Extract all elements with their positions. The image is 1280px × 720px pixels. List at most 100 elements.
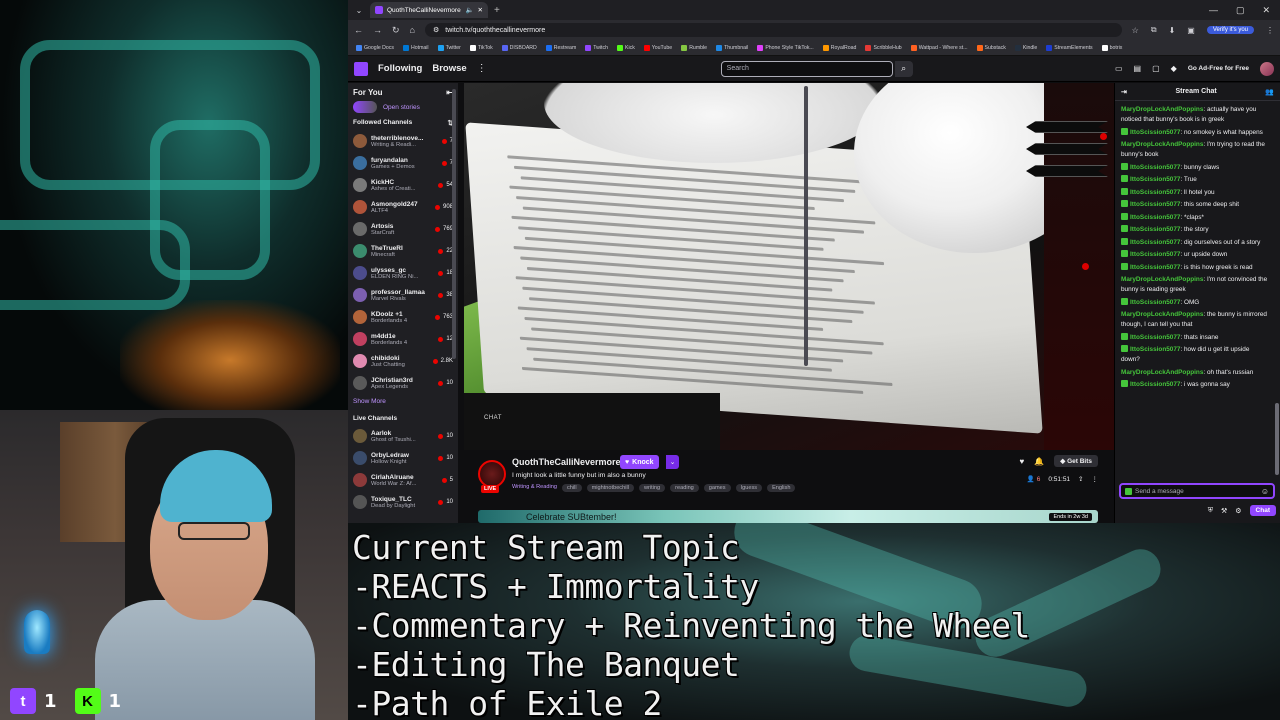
chat-users-icon[interactable]: 👥 [1265,88,1274,96]
sidebar-channel[interactable]: JChristian3rd Apex Legends 10 [353,372,453,394]
bookmark-item[interactable]: Hotmail [403,44,429,51]
chat-username[interactable]: IttoScission5077 [1130,189,1180,196]
stream-tag[interactable]: reading [670,484,699,492]
speaker-icon[interactable]: 🔈 [465,6,473,14]
chat-username[interactable]: IttoScission5077 [1130,299,1180,306]
chat-username[interactable]: IttoScission5077 [1130,129,1180,136]
chat-settings-icon[interactable]: ⚙ [1235,507,1241,515]
tab-search-icon[interactable]: ⌄ [352,3,366,17]
notification-bell-icon[interactable]: 🔔 [1034,457,1044,466]
extensions-icon[interactable]: ⧉ [1151,25,1157,35]
downloads-icon[interactable]: ⬇ [1169,26,1176,35]
subtember-banner[interactable]: Celebrate SUBtember! Ends in 2w 3d [478,510,1098,523]
bookmark-item[interactable]: Substack [976,44,1006,51]
sidebar-channel[interactable]: ulysses_gc ELDEN RING Ni... 18 [353,262,453,284]
site-info-icon[interactable]: ⚙ [433,26,439,34]
close-window-icon[interactable]: ✕ [1262,5,1270,16]
user-avatar[interactable] [1260,61,1274,76]
sidebar-toggle-icon[interactable]: ▣ [1187,26,1195,35]
stream-tag[interactable]: writing [638,484,666,492]
streamer-name[interactable]: QuothTheCalliNevermore [512,457,621,467]
bookmark-item[interactable]: Thumbnail [716,44,748,51]
go-ad-free-button[interactable]: Go Ad-Free for Free [1188,65,1249,72]
maximize-icon[interactable]: ▢ [1236,5,1245,16]
bookmark-item[interactable]: StreamElements [1046,44,1093,51]
home-icon[interactable]: ⌂ [410,25,415,36]
sidebar-channel[interactable]: OrbyLedraw Hollow Knight 10 [353,447,453,469]
video-player[interactable]: CHAT [464,83,1114,450]
sidebar-scrollbar[interactable] [452,89,456,359]
search-icon[interactable]: ⌕ [894,60,913,77]
chat-username[interactable]: IttoScission5077 [1130,264,1180,271]
prime-loot-icon[interactable]: ▭ [1115,64,1123,73]
stream-tag[interactable]: chill [561,484,582,492]
show-more-link[interactable]: Show More [353,398,453,405]
chat-username[interactable]: IttoScission5077 [1130,226,1180,233]
chat-send-button[interactable]: Chat [1249,505,1276,516]
bookmark-item[interactable]: Wattpad - Where st... [910,44,968,51]
nav-following[interactable]: Following [378,63,422,74]
stream-tag[interactable]: English [767,484,796,492]
forward-icon[interactable]: → [373,25,382,36]
bookmark-item[interactable]: YouTube [643,44,672,51]
sidebar-channel[interactable]: Artosis StarCraft 769 [353,218,453,240]
chat-username[interactable]: MaryDropLockAndPoppins [1121,369,1203,376]
collapse-chat-icon[interactable]: ⇥ [1121,88,1127,96]
sidebar-channel[interactable]: KickHC Ashes of Creati... 54 [353,174,453,196]
bookmark-item[interactable]: Restream [545,44,576,51]
open-stories-button[interactable]: Open stories [353,101,453,113]
bookmark-item[interactable]: ScribbleHub [865,44,902,51]
close-tab-icon[interactable]: ✕ [478,6,483,14]
back-icon[interactable]: ← [354,25,363,36]
chat-username[interactable]: IttoScission5077 [1130,381,1180,388]
reload-icon[interactable]: ↻ [392,25,400,36]
stream-tag[interactable]: Iguess [735,484,763,492]
chat-username[interactable]: IttoScission5077 [1130,164,1180,171]
emote-picker-icon[interactable]: ☺ [1261,487,1269,496]
nav-browse[interactable]: Browse [432,63,466,74]
sidebar-channel[interactable]: professor_llamaa Marvel Rivals 38 [353,284,453,306]
bookmark-item[interactable]: Google Docs [356,44,394,51]
knock-button[interactable]: ♥ Knock [620,455,659,469]
chat-username[interactable]: IttoScission5077 [1130,201,1180,208]
chat-username[interactable]: IttoScission5077 [1130,334,1180,341]
sidebar-channel[interactable]: Toxique_TLC Dead by Daylight 10 [353,491,453,513]
bookmark-item[interactable]: TikTok [469,44,493,51]
bookmark-item[interactable]: botrix [1101,44,1122,51]
chat-username[interactable]: IttoScission5077 [1130,239,1180,246]
sidebar-channel[interactable]: Asmongold247 ALTF4 908 [353,196,453,218]
chat-username[interactable]: IttoScission5077 [1130,251,1180,258]
bookmark-item[interactable]: Kick [616,44,635,51]
bookmark-item[interactable]: DISBOARD [501,44,537,51]
bookmark-item[interactable]: Phone Style TikTok... [757,44,814,51]
sidebar-channel[interactable]: TheTrueRI Minecraft 22 [353,240,453,262]
bookmark-item[interactable]: RoyalRoad [822,44,856,51]
follow-heart-icon[interactable]: ♥ [1020,457,1025,466]
bits-icon[interactable]: ◆ [1171,64,1177,73]
more-menu-icon[interactable]: ⋮ [477,63,487,74]
chat-username[interactable]: MaryDropLockAndPoppins [1121,311,1203,318]
streamer-avatar[interactable] [478,460,506,488]
bookmark-item[interactable]: Twitter [437,44,461,51]
stream-tag[interactable]: mightnotbechill [586,484,634,492]
bookmark-item[interactable]: Twitch [585,44,608,51]
new-tab-button[interactable]: + [494,5,500,16]
bookmark-item[interactable]: Kindle [1014,44,1037,51]
search-input[interactable]: Search [720,60,893,77]
browser-menu-icon[interactable]: ⋮ [1266,26,1274,35]
inbox-icon[interactable]: ▤ [1134,64,1142,73]
chat-scrollbar[interactable] [1275,403,1279,475]
more-options-icon[interactable]: ⋮ [1092,475,1099,483]
bookmark-item[interactable]: Rumble [681,44,707,51]
whispers-icon[interactable]: ▢ [1152,64,1160,73]
chat-username[interactable]: IttoScission5077 [1130,214,1180,221]
get-bits-button[interactable]: ◆ Get Bits [1054,455,1098,467]
sidebar-channel[interactable]: furyandalanGames + Demos7 [353,152,453,174]
sidebar-channel[interactable]: KDoolz +1 Borderlands 4 763 [353,306,453,328]
sidebar-channel[interactable]: m4dd1e Borderlands 4 12 [353,328,453,350]
bookmark-star-icon[interactable]: ☆ [1132,26,1139,35]
mod-tools-icon[interactable]: ⚒ [1221,507,1227,515]
twitch-logo-icon[interactable] [354,61,368,76]
knock-dropdown-icon[interactable]: ⌄ [666,455,679,469]
sidebar-channel[interactable]: chibidoki Just Chatting 2.8K [353,350,453,372]
